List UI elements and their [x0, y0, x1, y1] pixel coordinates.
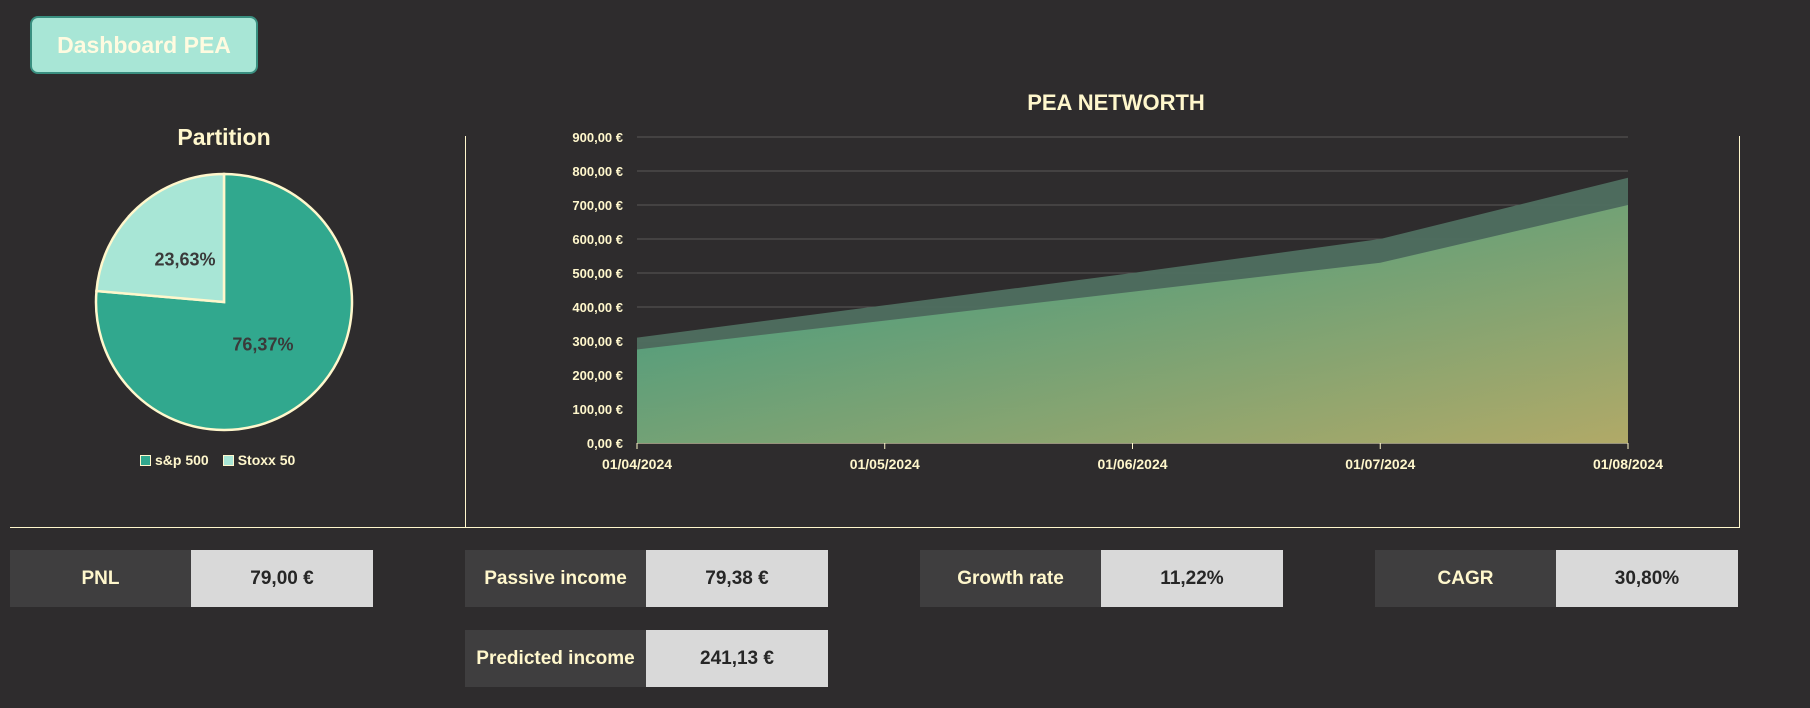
x-tick-label: 01/08/2024 — [1593, 456, 1663, 472]
kpi-pnl-value: 79,00 € — [191, 550, 373, 607]
x-tick-label: 01/04/2024 — [602, 456, 672, 472]
x-tick-label: 01/07/2024 — [1345, 456, 1415, 472]
y-tick-label: 200,00 € — [572, 368, 623, 383]
y-tick-label: 100,00 € — [572, 402, 623, 417]
kpi-passive-income-value: 79,38 € — [646, 550, 828, 607]
y-tick-label: 0,00 € — [587, 436, 623, 451]
kpi-growth-rate-value: 11,22% — [1101, 550, 1283, 607]
kpi-predicted-income-label: Predicted income — [465, 630, 646, 687]
y-tick-label: 400,00 € — [572, 300, 623, 315]
kpi-predicted-income: Predicted income 241,13 € — [465, 630, 828, 687]
kpi-growth-rate: Growth rate 11,22% — [920, 550, 1283, 607]
kpi-cagr: CAGR 30,80% — [1375, 550, 1738, 607]
dashboard-page: Dashboard PEA Partition 76,37% 23,63% s&p… — [0, 0, 1810, 708]
kpi-growth-rate-label: Growth rate — [920, 550, 1101, 607]
y-tick-label: 500,00 € — [572, 266, 623, 281]
y-tick-label: 300,00 € — [572, 334, 623, 349]
kpi-pnl: PNL 79,00 € — [10, 550, 373, 607]
kpi-passive-income: Passive income 79,38 € — [465, 550, 828, 607]
kpi-cagr-label: CAGR — [1375, 550, 1556, 607]
x-tick-label: 01/06/2024 — [1097, 456, 1167, 472]
kpi-predicted-income-value: 241,13 € — [646, 630, 828, 687]
section-divider-horizontal — [10, 527, 1740, 528]
y-tick-label: 900,00 € — [572, 130, 623, 145]
networth-area-chart: 0,00 € 100,00 € 200,00 € 300,00 € 400,00 € 50… — [572, 130, 1663, 472]
y-tick-label: 800,00 € — [572, 164, 623, 179]
kpi-cagr-value: 30,80% — [1556, 550, 1738, 607]
kpi-pnl-label: PNL — [10, 550, 191, 607]
y-tick-label: 700,00 € — [572, 198, 623, 213]
kpi-passive-income-label: Passive income — [465, 550, 646, 607]
x-tick-label: 01/05/2024 — [850, 456, 920, 472]
y-tick-label: 600,00 € — [572, 232, 623, 247]
